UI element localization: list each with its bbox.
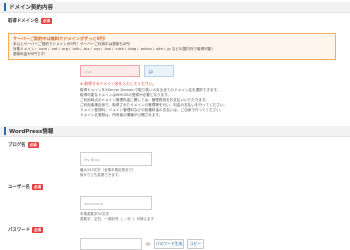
domain-section-header: ドメイン契約内容 xyxy=(0,2,350,13)
generate-password-button[interactable]: パスワード生成 xyxy=(154,239,184,249)
wordpress-section-header: WordPress情報 xyxy=(0,126,350,137)
copy-password-button[interactable]: コピー xyxy=(187,239,204,249)
username-label-text: ユーザー名 xyxy=(8,185,30,190)
eye-icon[interactable] xyxy=(145,242,151,246)
note-line-6: ドメイン名登録は、所有者の情報が公開されます。 xyxy=(80,113,163,117)
username-hint: 半角英数字50文字 英数字、空白、一部記号（_ - @ .）が使えます xyxy=(80,212,154,221)
blog-name-label: ブログ名 必須 xyxy=(8,142,39,148)
required-badge: 必須 xyxy=(31,184,44,190)
password-label: パスワード 必須 xyxy=(8,227,44,233)
domain-name-input[interactable]: .xyz xyxy=(80,65,140,77)
password-input[interactable] xyxy=(80,238,142,250)
user-hint-2: 英数字、空白、一部記号（_ - @ .）が使えます xyxy=(80,216,154,221)
domain-notes: 取得ドメインをXServer Domainで取り扱いのある全てのドメイン名を選択… xyxy=(80,88,340,118)
order-form: ドメイン契約内容 取得ドメイン名 必須 サーバーご契約中は無料でドメインがずっと… xyxy=(0,0,350,250)
domain-error-message: ※ 取得するドメイン名を入力してください。 xyxy=(80,81,157,86)
required-badge: 必須 xyxy=(31,227,44,233)
required-badge: 必須 xyxy=(27,142,39,148)
username-label: ユーザー名 必須 xyxy=(8,184,44,190)
domain-field-label: 取得ドメイン名 必須 xyxy=(8,18,52,24)
blog-name-hint: 最大255文字（全角半角区別あり） 後からでも変更できます。 xyxy=(80,168,136,177)
username-input[interactable]: username xyxy=(80,196,152,210)
blog-name-input[interactable]: My Blog xyxy=(80,152,152,166)
section-accent-bar xyxy=(4,127,6,135)
notice-line-3: 更新料金が0円です！ xyxy=(13,52,48,56)
required-badge: 必須 xyxy=(40,18,52,24)
domain-suffix-select[interactable]: .jp xyxy=(144,65,174,77)
blog-label-text: ブログ名 xyxy=(8,143,26,148)
domain-section-title: ドメイン契約内容 xyxy=(9,5,54,11)
blog-hint-1: 最大255文字（全角半角区別あり） xyxy=(80,168,136,172)
blog-hint-2: 後からでも変更できます。 xyxy=(80,172,122,177)
wordpress-section-title: WordPress情報 xyxy=(9,129,54,135)
free-domain-notice: サーバーご契約中は無料でドメインがずっと0円！ 本以上サーバーご契約でドメインが… xyxy=(8,33,336,60)
domain-label-text: 取得ドメイン名 xyxy=(8,19,39,24)
password-label-text: パスワード xyxy=(8,228,30,233)
section-accent-bar xyxy=(4,3,6,11)
